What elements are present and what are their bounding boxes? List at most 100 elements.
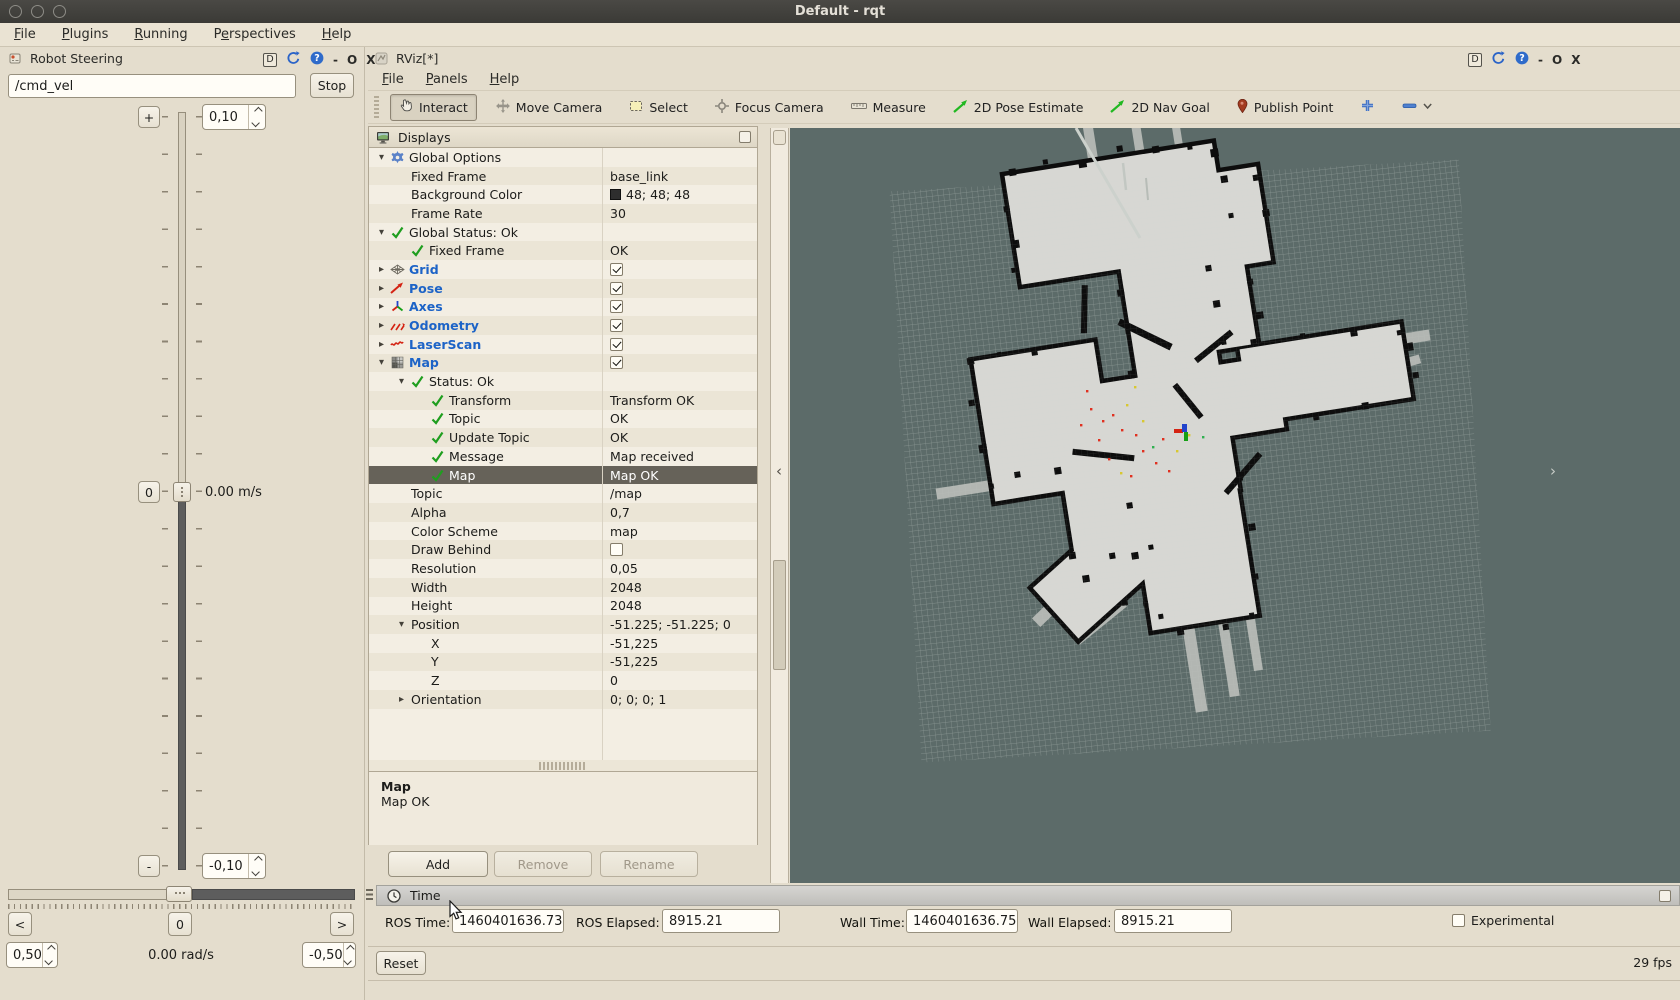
property-value[interactable]: Map OK [610,468,658,483]
property-value[interactable]: 0,7 [610,505,630,520]
tree-column-divider[interactable] [602,148,603,760]
tree-row[interactable]: ▾Global Status: Ok [369,223,757,242]
expand-arrow-icon[interactable]: ▸ [375,264,388,275]
tree-row[interactable]: Width2048 [369,578,757,597]
toolbar-interact[interactable]: Interact [390,94,477,121]
linear-plus-button[interactable]: + [138,106,160,128]
property-value[interactable]: Transform OK [610,393,694,408]
enabled-checkbox[interactable] [610,356,623,369]
tree-row[interactable]: Update TopicOK [369,428,757,447]
rviz-menu-help[interactable]: Help [490,72,520,87]
rename-button[interactable]: Rename [600,851,698,877]
experimental-checkbox[interactable] [1452,914,1465,927]
property-value[interactable]: /map [610,486,642,501]
expand-arrow-icon[interactable]: ▸ [375,339,388,350]
linear-slider-track-filled[interactable] [178,492,186,870]
time-field-input[interactable]: 8915.21 [1114,909,1232,933]
time-field-input[interactable]: 8915.21 [662,909,780,933]
panel-float-button[interactable] [739,131,751,143]
linear-max-spinbox[interactable]: 0,10 [202,104,266,130]
help-icon[interactable]: ? [310,51,324,68]
tree-row[interactable]: X-51,225 [369,634,757,653]
scrollbar-button[interactable] [773,130,786,145]
tree-row[interactable]: ▸Grid [369,260,757,279]
collapse-arrow-icon[interactable]: ▾ [395,376,408,387]
tree-row[interactable]: ▸Orientation0; 0; 0; 1 [369,690,757,709]
dock-close-button[interactable]: X [1571,54,1580,66]
dock-restore-button[interactable]: O [1552,54,1562,66]
time-field-input[interactable]: 1460401636.73 [452,909,564,933]
angular-slider-track[interactable] [8,889,168,900]
menu-file[interactable]: File [14,27,36,42]
stop-button[interactable]: Stop [310,73,354,98]
experimental-option[interactable]: Experimental [1452,913,1554,928]
property-value[interactable]: map [610,524,638,539]
dock-restore-button[interactable]: O [347,54,357,66]
render-view[interactable] [790,128,1680,883]
tree-row[interactable]: ▸Odometry [369,316,757,335]
rviz-menu-file[interactable]: File [382,72,404,87]
expand-right-arrow[interactable]: › [1550,462,1556,480]
toolbar-select[interactable]: Select [621,95,696,120]
property-value[interactable]: 0; 0; 0; 1 [610,692,666,707]
property-value[interactable]: Map received [610,449,694,464]
linear-zero-button[interactable]: 0 [138,481,160,503]
menu-help[interactable]: Help [322,27,352,42]
tree-row[interactable]: Background Color48; 48; 48 [369,185,757,204]
property-value[interactable]: 2048 [610,598,642,613]
property-value[interactable]: base_link [610,169,668,184]
tree-row[interactable]: ▸Axes [369,298,757,317]
tree-row[interactable]: Height2048 [369,597,757,616]
tree-row[interactable]: Resolution0,05 [369,559,757,578]
property-value[interactable]: -51.225; -51.225; 0 [610,617,731,632]
menu-running[interactable]: Running [134,27,187,42]
tree-row[interactable]: Alpha0,7 [369,503,757,522]
property-value[interactable]: -51,225 [610,654,658,669]
enabled-checkbox[interactable] [610,319,623,332]
tree-row[interactable]: ▾Global Options [369,148,757,167]
remove-button[interactable]: Remove [494,851,592,877]
toolbar-focus-camera[interactable]: Focus Camera [707,95,832,120]
linear-min-spinbox[interactable]: -0,10 [202,853,266,879]
help-icon[interactable]: ? [1515,51,1529,68]
tree-row[interactable]: TransformTransform OK [369,391,757,410]
tree-row[interactable]: ▸LaserScan [369,335,757,354]
toolbar-minus-dropdown-icon[interactable] [1394,94,1442,120]
collapse-left-arrow[interactable]: ‹ [776,462,782,480]
tree-row[interactable]: ▾Position-51.225; -51.225; 0 [369,615,757,634]
linear-slider-track[interactable] [178,112,186,492]
reload-icon[interactable] [286,51,301,68]
menu-plugins[interactable]: Plugins [62,27,109,42]
tree-row[interactable]: ▾Status: Ok [369,372,757,391]
expand-arrow-icon[interactable]: ▸ [375,301,388,312]
collapse-arrow-icon[interactable]: ▾ [375,227,388,238]
property-value[interactable]: 0 [610,673,618,688]
angular-max-spinbox[interactable]: 0,50 [6,942,58,968]
property-value[interactable]: 0,05 [610,561,638,576]
toolbar-measure[interactable]: Measure [843,96,934,119]
scrollbar-thumb[interactable] [773,560,786,670]
tree-row[interactable]: Fixed Framebase_link [369,167,757,186]
property-value[interactable]: -51,225 [610,636,658,651]
add-button[interactable]: Add [388,851,488,877]
time-field-input[interactable]: 1460401636.75 [906,909,1018,933]
tree-row[interactable]: MapMap OK [369,466,757,485]
dock-minimize-button[interactable]: - [333,54,338,66]
property-value[interactable]: 30 [610,206,626,221]
enabled-checkbox[interactable] [610,338,623,351]
toolbar-plus-icon[interactable] [1352,94,1383,120]
tree-row[interactable]: Y-51,225 [369,653,757,672]
menu-perspectives[interactable]: Perspectives [214,27,296,42]
property-value[interactable]: OK [610,243,628,258]
collapse-arrow-icon[interactable]: ▾ [395,619,408,630]
expand-arrow-icon[interactable]: ▸ [375,283,388,294]
color-swatch[interactable] [610,189,621,200]
dock-minimize-button[interactable]: - [1538,54,1543,66]
tree-row[interactable]: ▸Pose [369,279,757,298]
property-value[interactable]: OK [610,411,628,426]
tree-row[interactable]: Color Schememap [369,522,757,541]
collapse-arrow-icon[interactable]: ▾ [375,152,388,163]
tree-splitter-handle[interactable] [539,762,587,770]
tree-row[interactable]: TopicOK [369,410,757,429]
angular-slider-handle[interactable] [166,886,192,902]
